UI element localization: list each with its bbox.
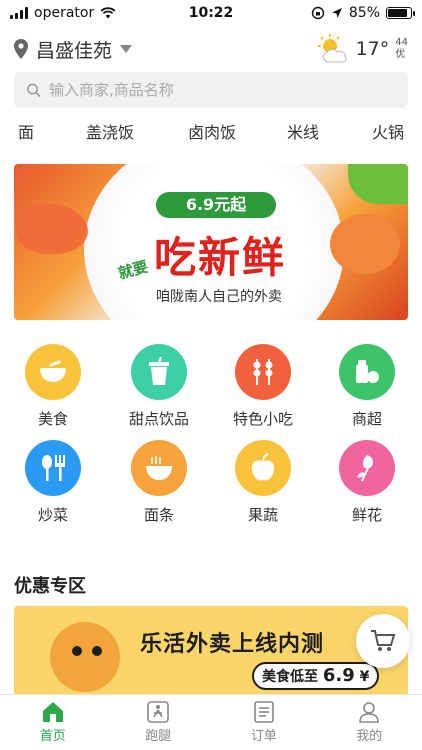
- partly-cloudy-icon: [317, 34, 347, 63]
- promo-pill-price: 6.9: [322, 665, 355, 686]
- promo-carousel-banner[interactable]: 6.9元起 吃新鲜 就要 咱陇南人自己的外卖: [14, 164, 408, 320]
- signal-icon: [10, 7, 28, 19]
- grid-label: 果蔬: [247, 506, 278, 524]
- grid-label: 美食: [37, 410, 68, 428]
- carrier-label: operator: [34, 5, 95, 21]
- location-selector[interactable]: 昌盛佳苑: [14, 36, 133, 63]
- section-title: 优惠专区: [14, 576, 86, 597]
- cup-icon: [131, 344, 187, 400]
- tab-profile[interactable]: 我的: [317, 695, 422, 750]
- banner-subtitle: 咱陇南人自己的外卖: [156, 289, 282, 305]
- grid-label: 面条: [143, 506, 174, 524]
- wifi-icon: [100, 7, 116, 19]
- cart-button[interactable]: [356, 614, 410, 668]
- grid-item-food[interactable]: 美食: [8, 344, 98, 429]
- grid-item-fruit-veg[interactable]: 果蔬: [218, 440, 308, 525]
- category-tabs: 面 盖浇饭 卤肉饭 米线 火锅: [0, 116, 422, 146]
- location-name: 昌盛佳苑: [36, 39, 113, 62]
- grid-label: 甜点饮品: [128, 410, 189, 428]
- category-tab[interactable]: 盖浇饭: [86, 119, 134, 143]
- apple-icon: [235, 440, 291, 496]
- banner-decoration: [348, 164, 408, 204]
- banner-price-badge: 6.9元起: [156, 192, 276, 218]
- tab-label: 订单: [250, 729, 277, 744]
- profile-icon: [359, 702, 380, 723]
- flower-icon: [339, 440, 395, 496]
- grid-label: 炒菜: [37, 506, 68, 524]
- grocery-icon: [339, 344, 395, 400]
- grid-item-noodles[interactable]: 面条: [114, 440, 204, 525]
- aqi-label: 优: [395, 49, 406, 60]
- rotation-lock-icon: [311, 6, 325, 20]
- promo-banner[interactable]: 乐活外卖上线内测 美食低至 6.9 ¥: [14, 606, 408, 696]
- grid-item-stir-fry[interactable]: 炒菜: [8, 440, 98, 525]
- tab-label: 首页: [39, 729, 66, 744]
- noodle-bowl-icon: [131, 440, 187, 496]
- weather-widget: 17° 44 优: [316, 34, 408, 64]
- battery-percent: 85%: [348, 5, 380, 21]
- location-pin-icon: [14, 39, 28, 59]
- errand-icon: [147, 701, 170, 723]
- aqi-value: 44: [395, 37, 408, 48]
- promo-price-pill: 美食低至 6.9 ¥: [252, 662, 380, 690]
- status-bar: operator 10:22 85%: [0, 0, 422, 26]
- grid-label: 商超: [351, 410, 382, 428]
- tab-orders[interactable]: 订单: [211, 695, 317, 750]
- tab-home[interactable]: 首页: [0, 695, 106, 750]
- location-arrow-icon: [331, 8, 342, 18]
- category-tab[interactable]: 米线: [287, 119, 319, 143]
- chevron-down-icon: [120, 45, 133, 53]
- category-tab[interactable]: 卤肉饭: [188, 119, 236, 143]
- clock: 10:22: [188, 5, 234, 21]
- skewer-icon: [235, 344, 291, 400]
- header: 昌盛佳苑 17° 44 优: [0, 30, 422, 68]
- tab-label: 跑腿: [145, 729, 172, 744]
- grid-label: 特色小吃: [232, 410, 293, 428]
- bowl-icon: [25, 344, 81, 400]
- category-tab[interactable]: 火锅: [372, 119, 404, 143]
- home-icon: [42, 702, 63, 722]
- grid-item-flowers[interactable]: 鲜花: [322, 440, 412, 525]
- promo-headline: 乐活外卖上线内测: [140, 632, 325, 657]
- shrimp-image: [16, 204, 88, 254]
- search-bar[interactable]: [14, 72, 408, 108]
- fork-spoon-icon: [25, 440, 81, 496]
- battery-icon: [386, 7, 415, 19]
- tab-label: 我的: [356, 729, 383, 744]
- tab-errand[interactable]: 跑腿: [106, 695, 212, 750]
- bottom-tab-bar: 首页 跑腿 订单 我的: [0, 694, 422, 750]
- category-tab[interactable]: 面: [18, 119, 34, 143]
- promo-pill-prefix: 美食低至: [262, 669, 318, 685]
- grid-item-supermarket[interactable]: 商超: [322, 344, 412, 429]
- promo-pill-unit: ¥: [359, 669, 370, 685]
- grid-item-drinks[interactable]: 甜点饮品: [114, 344, 204, 429]
- mascot-image: [50, 622, 120, 692]
- search-icon: [27, 83, 41, 98]
- cart-icon: [371, 630, 396, 651]
- grid-item-snacks[interactable]: 特色小吃: [218, 344, 308, 429]
- salmon-image: [330, 214, 400, 274]
- order-icon: [253, 701, 274, 723]
- temperature: 17°: [355, 38, 390, 60]
- search-input[interactable]: [49, 81, 396, 99]
- grid-label: 鲜花: [351, 506, 382, 524]
